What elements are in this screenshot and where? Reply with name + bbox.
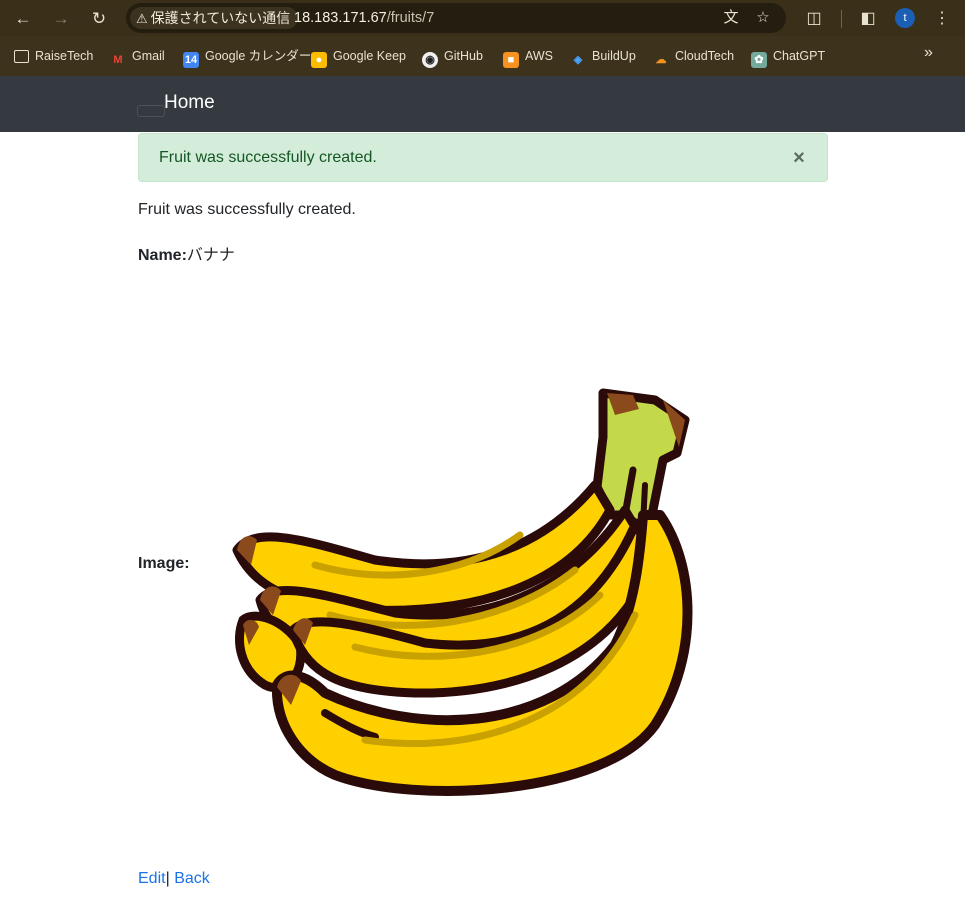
name-value: バナナ	[186, 247, 235, 264]
side-panel-icon[interactable]: ◧	[855, 6, 881, 32]
cloudtech-icon: ☁	[655, 54, 667, 66]
bookmark-gmail[interactable]: M Gmail	[110, 46, 164, 66]
back-link[interactable]: Back	[174, 870, 210, 887]
alert-message: Fruit was successfully created.	[159, 149, 377, 166]
notice-text: Fruit was successfully created.	[138, 201, 356, 218]
name-label: Name:	[138, 247, 187, 264]
navbar-toggler[interactable]	[137, 105, 165, 117]
chatgpt-icon: ✿	[751, 52, 767, 68]
bookmark-raisetech[interactable]: RaiseTech	[14, 46, 93, 66]
aws-icon: ■	[503, 52, 519, 68]
edit-link[interactable]: Edit	[138, 870, 166, 887]
profile-avatar[interactable]: t	[895, 8, 915, 28]
toolbar-divider	[841, 10, 842, 28]
extensions-icon[interactable]: ◫	[801, 6, 827, 32]
warning-icon: ⚠	[136, 11, 148, 26]
bookmark-github[interactable]: ◉ GitHub	[422, 46, 483, 68]
menu-kebab-icon[interactable]: ⋮	[929, 6, 955, 32]
bookmark-cloudtech[interactable]: ☁ CloudTech	[653, 46, 735, 66]
forward-arrow-icon[interactable]: →	[48, 6, 74, 32]
gmail-icon: M	[113, 54, 123, 66]
name-field: Name:バナナ	[138, 241, 235, 265]
bookmark-google-keep[interactable]: ● Google Keep	[311, 46, 406, 68]
url-text[interactable]: 18.183.171.67/fruits/7	[294, 3, 434, 33]
action-links: Edit| Back	[138, 870, 210, 888]
bookmarks-bar: RaiseTech M Gmail 14 Google カレンダー ● Google …	[0, 40, 965, 72]
security-chip[interactable]: ⚠ 保護されていない通信	[130, 7, 299, 29]
bookmark-aws[interactable]: ■ AWS	[503, 46, 553, 68]
buildup-icon: ◈	[573, 54, 583, 66]
close-icon[interactable]: ×	[789, 148, 809, 168]
navbar-brand-home[interactable]: Home	[164, 92, 215, 114]
address-bar[interactable]: ⚠ 保護されていない通信 18.183.171.67/fruits/7 文 ☆	[126, 3, 786, 33]
success-alert: Fruit was successfully created. ×	[138, 133, 828, 182]
image-label: Image:	[138, 555, 190, 572]
github-icon: ◉	[422, 52, 438, 68]
back-arrow-icon[interactable]: ←	[10, 6, 36, 32]
reload-icon[interactable]: ↻	[86, 6, 112, 32]
folder-icon	[14, 50, 29, 63]
url-host: 18.183.171.67	[294, 10, 387, 26]
translate-icon[interactable]: 文	[720, 7, 742, 29]
app-navbar: Home	[0, 76, 965, 132]
keep-icon: ●	[311, 52, 327, 68]
bookmark-buildup[interactable]: ◈ BuildUp	[570, 46, 636, 66]
browser-chrome: ← → ↻ ⚠ 保護されていない通信 18.183.171.67/fruits/7…	[0, 0, 965, 76]
url-path: /fruits/7	[386, 10, 435, 26]
calendar-icon: 14	[183, 52, 199, 68]
banana-image	[232, 388, 693, 796]
bookmark-google-calendar[interactable]: 14 Google カレンダー	[183, 46, 311, 68]
bookmark-star-icon[interactable]: ☆	[752, 7, 774, 29]
link-separator: |	[165, 870, 170, 887]
bookmark-chatgpt[interactable]: ✿ ChatGPT	[751, 46, 825, 68]
security-label: 保護されていない通信	[150, 10, 291, 26]
bookmarks-overflow-icon[interactable]: »	[924, 44, 933, 62]
